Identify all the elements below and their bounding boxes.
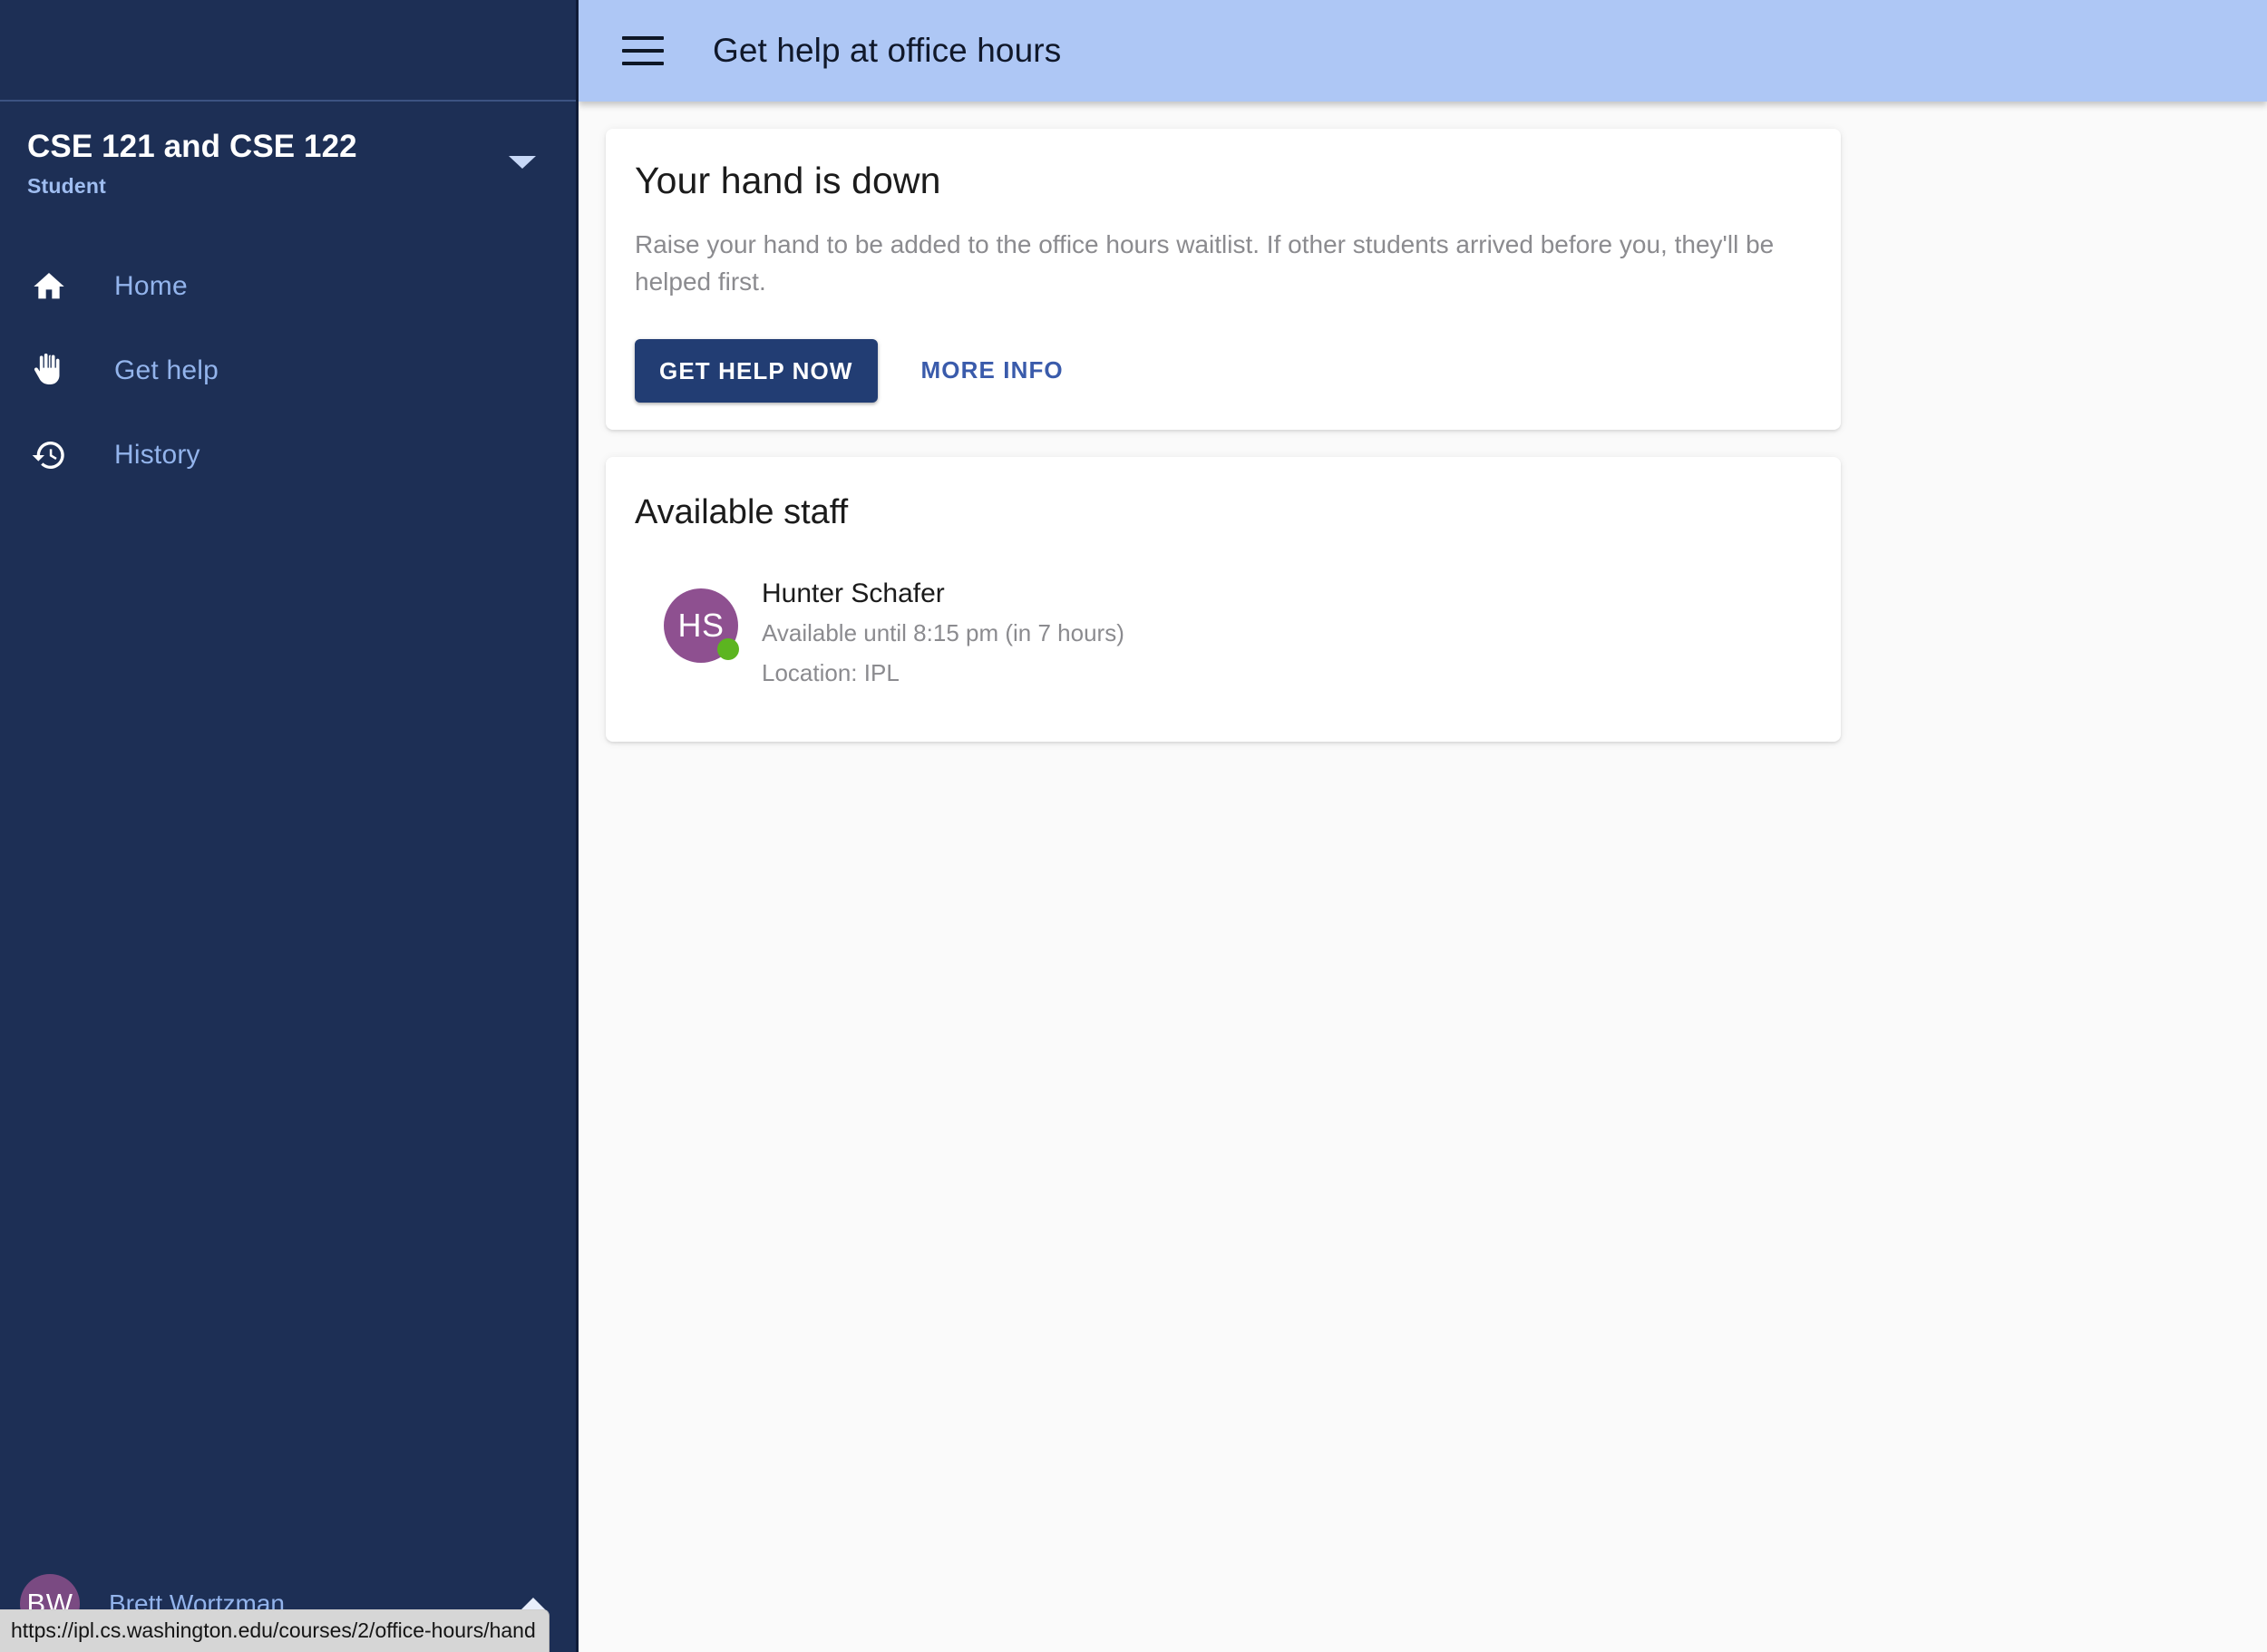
sidebar-item-get-help-label: Get help	[114, 355, 219, 385]
status-badge	[717, 638, 739, 661]
chevron-down-icon[interactable]	[509, 156, 536, 169]
more-info-button[interactable]: MORE INFO	[900, 338, 1085, 403]
browser-status-bar: https://ipl.cs.washington.edu/courses/2/…	[0, 1609, 550, 1652]
content-area: Get help at office hours Your hand is do…	[579, 0, 2267, 1652]
sidebar-item-get-help[interactable]: Get help	[0, 328, 576, 413]
staff-info: Hunter Schafer Available until 8:15 pm (…	[762, 576, 1124, 690]
sidebar: CSE 121 and CSE 122 Student Home Get hel…	[0, 0, 579, 1652]
app-bar: Get help at office hours	[579, 0, 2267, 102]
staff-name: Hunter Schafer	[762, 578, 945, 609]
history-clock-icon	[20, 437, 78, 473]
sidebar-item-history-label: History	[114, 439, 200, 470]
sidebar-item-home[interactable]: Home	[0, 244, 576, 328]
avatar-initials: HS	[677, 607, 725, 645]
staff-list: HS Hunter Schafer Available until 8:15 p…	[635, 576, 1812, 690]
chevron-up-icon[interactable]	[521, 1598, 546, 1610]
sidebar-top-strip	[0, 0, 576, 102]
hand-status-actions: GET HELP NOW MORE INFO	[635, 338, 1812, 403]
course-name: CSE 121 and CSE 122	[27, 129, 357, 164]
course-selector[interactable]: CSE 121 and CSE 122 Student	[0, 102, 576, 219]
status-bar-url: https://ipl.cs.washington.edu/courses/2/…	[11, 1618, 536, 1642]
course-role: Student	[27, 174, 106, 199]
staff-location: Location: IPL	[762, 659, 900, 686]
hand-status-description: Raise your hand to be added to the offic…	[635, 230, 1775, 296]
available-staff-title: Available staff	[635, 493, 849, 532]
hamburger-menu-icon[interactable]	[622, 31, 669, 71]
raised-hand-icon	[20, 353, 78, 389]
main-panel: Your hand is down Raise your hand to be …	[579, 102, 2267, 1652]
hand-status-card: Your hand is down Raise your hand to be …	[606, 129, 1841, 431]
app-root: CSE 121 and CSE 122 Student Home Get hel…	[0, 0, 2267, 1652]
sidebar-item-home-label: Home	[114, 270, 188, 301]
get-help-now-button[interactable]: GET HELP NOW	[635, 338, 878, 403]
page-title: Get help at office hours	[713, 32, 1062, 69]
hand-status-title: Your hand is down	[635, 160, 941, 201]
course-selector-text: CSE 121 and CSE 122 Student	[27, 129, 357, 199]
staff-avatar-wrap: HS	[664, 588, 739, 664]
available-staff-card: Available staff HS Hunter Schafer Availa…	[606, 457, 1841, 742]
list-item: HS Hunter Schafer Available until 8:15 p…	[635, 576, 1812, 690]
staff-availability: Available until 8:15 pm (in 7 hours)	[762, 619, 1124, 647]
sidebar-nav: Home Get help History	[0, 244, 576, 497]
sidebar-item-history[interactable]: History	[0, 413, 576, 497]
home-icon	[20, 268, 78, 305]
